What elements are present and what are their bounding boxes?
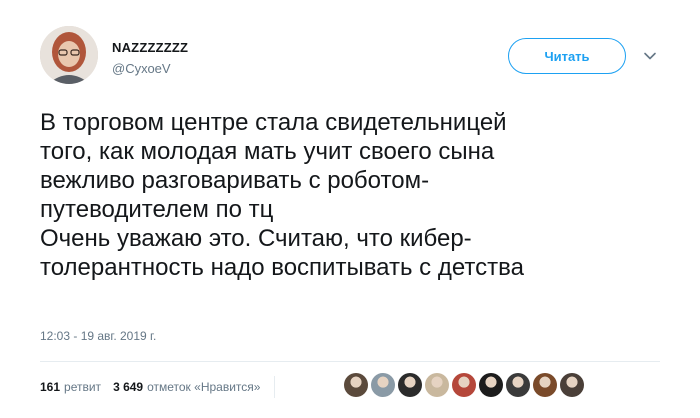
follow-button[interactable]: Читать bbox=[508, 38, 626, 74]
avatar-image bbox=[40, 26, 98, 84]
display-name[interactable]: NAZZZZZZZ bbox=[112, 40, 188, 55]
liker-avatar[interactable] bbox=[452, 373, 476, 397]
tweet-header: NAZZZZZZZ @СухоеV Читать bbox=[40, 26, 670, 90]
tweet-text-line: того, как молодая мать учит своего сына bbox=[40, 138, 495, 165]
likes-label[interactable]: отметок «Нравится» bbox=[147, 380, 260, 394]
divider bbox=[40, 361, 660, 362]
liker-avatar[interactable] bbox=[479, 373, 503, 397]
tweet-text-line: В торговом центре стала свидетельницей bbox=[40, 109, 507, 136]
liker-avatar[interactable] bbox=[506, 373, 530, 397]
tweet-text-line: толерантность надо воспитывать с детства bbox=[40, 254, 524, 281]
tweet-text-line: Очень уважаю это. Считаю, что кибер- bbox=[40, 225, 472, 252]
chevron-down-icon[interactable] bbox=[642, 48, 658, 64]
retweets-label[interactable]: ретвит bbox=[64, 380, 101, 394]
stats-separator bbox=[274, 376, 276, 398]
liker-avatar[interactable] bbox=[344, 373, 368, 397]
tweet-text: В торговом центре стала свидетельницей т… bbox=[40, 108, 670, 282]
avatar[interactable] bbox=[40, 26, 98, 84]
tweet-text-line: путеводителем по тц bbox=[40, 196, 274, 223]
liker-avatar[interactable] bbox=[560, 373, 584, 397]
tweet-stats: 161 ретвит 3 649 отметок «Нравится» bbox=[40, 376, 287, 398]
tweet-timestamp[interactable]: 12:03 - 19 авг. 2019 г. bbox=[40, 329, 156, 343]
liker-avatar[interactable] bbox=[398, 373, 422, 397]
tweet-text-line: вежливо разговаривать с роботом- bbox=[40, 167, 430, 194]
liker-avatar[interactable] bbox=[425, 373, 449, 397]
liker-avatar[interactable] bbox=[371, 373, 395, 397]
retweets-count[interactable]: 161 bbox=[40, 380, 60, 394]
user-handle[interactable]: @СухоеV bbox=[112, 61, 171, 76]
liker-avatar[interactable] bbox=[533, 373, 557, 397]
liker-avatars bbox=[344, 373, 587, 397]
likes-count[interactable]: 3 649 bbox=[113, 380, 143, 394]
